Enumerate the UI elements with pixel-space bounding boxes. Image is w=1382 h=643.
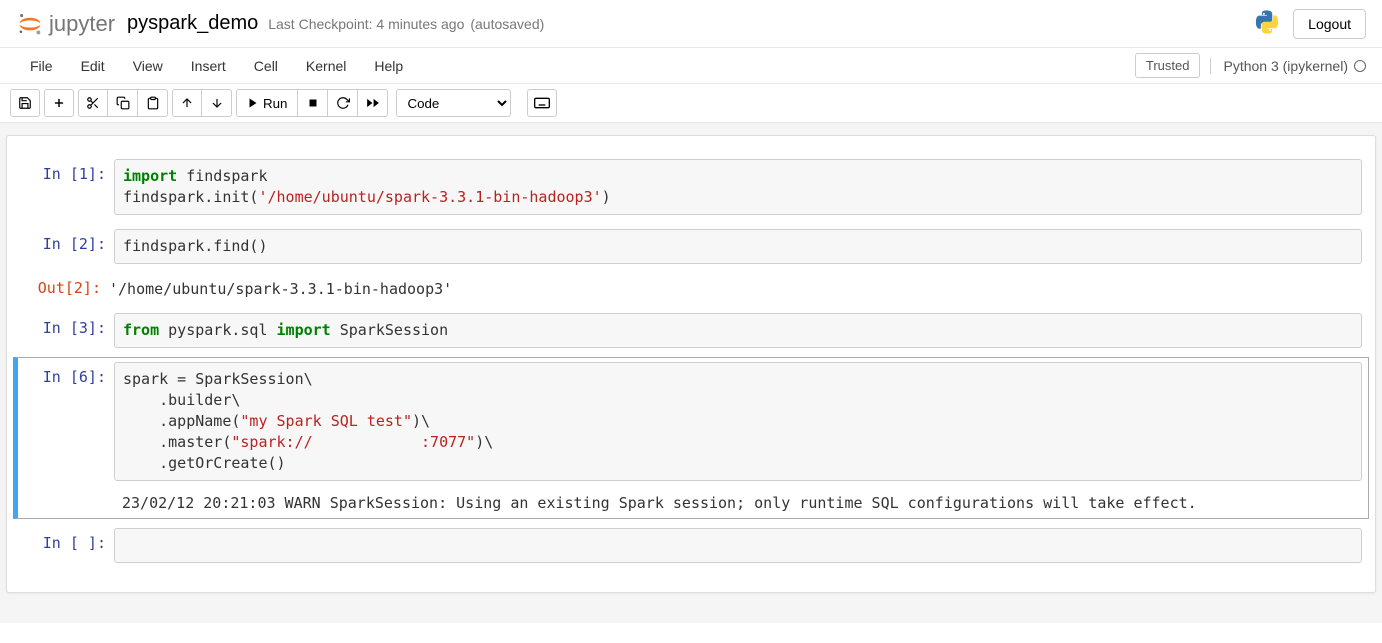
input-prompt: In [ ]: (24, 528, 114, 563)
python-icon (1253, 8, 1281, 39)
execute-result: '/home/ubuntu/spark-3.3.1-bin-hadoop3' (109, 273, 452, 300)
output-row: Out[2]:'/home/ubuntu/spark-3.3.1-bin-had… (13, 273, 1369, 300)
input-prompt: In [3]: (24, 313, 114, 348)
menu-cell[interactable]: Cell (240, 50, 292, 82)
restart-run-all-button[interactable] (358, 89, 388, 117)
code-cell[interactable]: In [ ]: (13, 523, 1369, 568)
cell-body (114, 528, 1362, 563)
restart-button[interactable] (328, 89, 358, 117)
fast-forward-icon (366, 96, 380, 110)
menu-insert[interactable]: Insert (177, 50, 240, 82)
stream-output: 23/02/12 20:21:03 WARN SparkSession: Usi… (122, 487, 1197, 514)
code-input[interactable]: from pyspark.sql import SparkSession (114, 313, 1362, 348)
toolbar: Run Code (0, 84, 1382, 123)
menubar: File Edit View Insert Cell Kernel Help T… (0, 48, 1382, 84)
arrow-up-icon (180, 96, 194, 110)
kernel-name[interactable]: Python 3 (ipykernel) (1210, 58, 1366, 74)
command-palette-button[interactable] (527, 89, 557, 117)
code-cell[interactable]: In [2]:findspark.find() (13, 224, 1369, 269)
code-input[interactable]: findspark.find() (114, 229, 1362, 264)
copy-icon (116, 96, 130, 110)
trusted-indicator[interactable]: Trusted (1135, 53, 1201, 78)
kernel-name-text: Python 3 (ipykernel) (1223, 58, 1348, 74)
logout-button[interactable]: Logout (1293, 9, 1366, 39)
input-prompt: In [6]: (24, 362, 114, 514)
menu-kernel[interactable]: Kernel (292, 50, 360, 82)
run-button[interactable]: Run (236, 89, 298, 117)
arrow-down-icon (210, 96, 224, 110)
play-icon (247, 97, 259, 109)
keyboard-icon (534, 97, 550, 109)
notebook-container: In [1]:import findspark findspark.init('… (0, 123, 1382, 623)
cell-body: findspark.find() (114, 229, 1362, 264)
menu-file[interactable]: File (16, 50, 67, 82)
output-prompt: Out[2]: (19, 273, 109, 300)
notebook: In [1]:import findspark findspark.init('… (6, 135, 1376, 593)
input-prompt: In [2]: (24, 229, 114, 264)
save-icon (18, 96, 32, 110)
cut-button[interactable] (78, 89, 108, 117)
menu-help[interactable]: Help (360, 50, 417, 82)
stop-icon (307, 97, 319, 109)
run-label: Run (263, 96, 287, 111)
plus-icon (52, 96, 66, 110)
notebook-header: jupyter pyspark_demo Last Checkpoint: 4 … (0, 0, 1382, 48)
move-down-button[interactable] (202, 89, 232, 117)
jupyter-logo[interactable]: jupyter (16, 10, 115, 38)
paste-icon (146, 96, 160, 110)
cell-type-select[interactable]: Code (396, 89, 511, 117)
cell-body: spark = SparkSession\ .builder\ .appName… (114, 362, 1362, 514)
copy-button[interactable] (108, 89, 138, 117)
save-button[interactable] (10, 89, 40, 117)
menu-edit[interactable]: Edit (67, 50, 119, 82)
kernel-idle-icon (1354, 60, 1366, 72)
code-cell[interactable]: In [6]:spark = SparkSession\ .builder\ .… (13, 357, 1369, 519)
menu-view[interactable]: View (119, 50, 177, 82)
add-cell-button[interactable] (44, 89, 74, 117)
checkpoint-status: Last Checkpoint: 4 minutes ago (268, 16, 464, 32)
jupyter-logo-text: jupyter (49, 11, 115, 37)
paste-button[interactable] (138, 89, 168, 117)
cut-icon (86, 96, 100, 110)
code-input[interactable]: spark = SparkSession\ .builder\ .appName… (114, 362, 1362, 481)
notebook-title[interactable]: pyspark_demo (127, 12, 258, 35)
code-cell[interactable]: In [3]:from pyspark.sql import SparkSess… (13, 308, 1369, 353)
autosave-status: (autosaved) (470, 16, 544, 32)
restart-icon (336, 96, 350, 110)
interrupt-button[interactable] (298, 89, 328, 117)
code-cell[interactable]: In [1]:import findspark findspark.init('… (13, 154, 1369, 220)
cell-body: import findspark findspark.init('/home/u… (114, 159, 1362, 215)
move-up-button[interactable] (172, 89, 202, 117)
code-input[interactable]: import findspark findspark.init('/home/u… (114, 159, 1362, 215)
jupyter-icon (16, 10, 44, 38)
cell-body: from pyspark.sql import SparkSession (114, 313, 1362, 348)
input-prompt: In [1]: (24, 159, 114, 215)
code-input[interactable] (114, 528, 1362, 563)
